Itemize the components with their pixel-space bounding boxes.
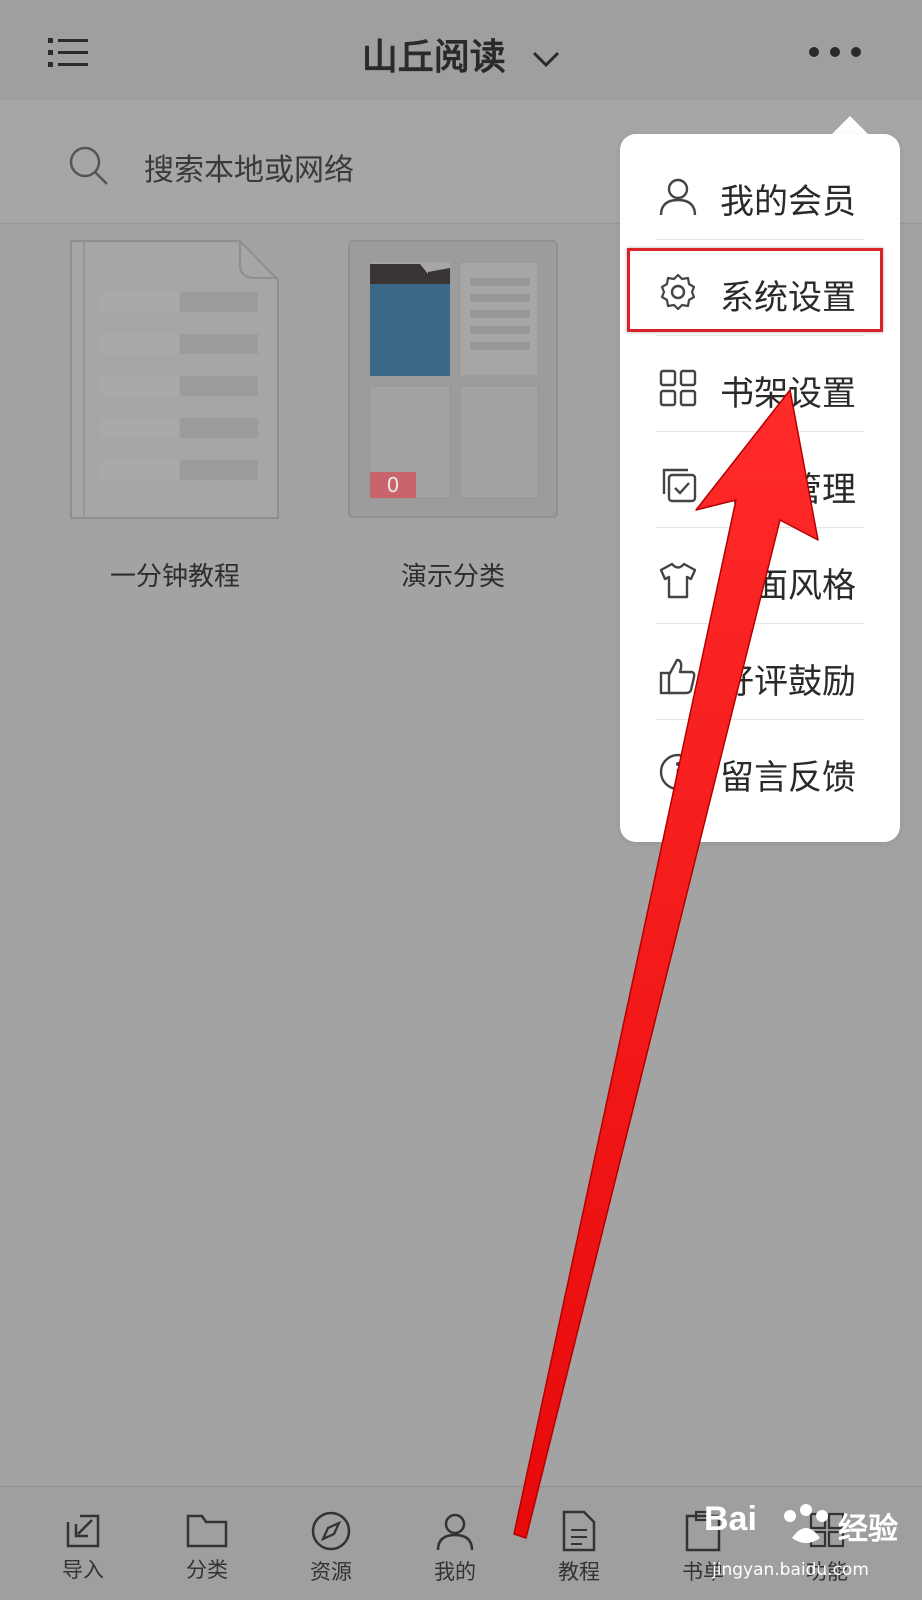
- info-icon: [659, 753, 697, 791]
- document-icon: [562, 1510, 596, 1552]
- grid-icon: [659, 369, 697, 407]
- menu-item-ui-style[interactable]: 界面风格: [620, 530, 900, 628]
- menu-item-label: 书籍管理: [720, 470, 856, 510]
- menu-item-label: 留言反馈: [720, 758, 856, 798]
- chevron-down-icon: [533, 51, 560, 68]
- popup-caret: [830, 116, 870, 136]
- check-copy-icon: [662, 468, 697, 503]
- category-title[interactable]: 演示分类: [348, 556, 558, 593]
- tab-label: 分类: [186, 1558, 228, 1582]
- more-menu-popup: 我的会员 系统设置 书架设置 书籍管理 界面风格 好评鼓励 留言反馈: [620, 134, 900, 842]
- divider: [656, 239, 864, 240]
- thumbs-up-icon: [659, 658, 696, 695]
- tab-category[interactable]: 分类: [162, 1510, 252, 1584]
- book-cover-tutorial[interactable]: [70, 240, 280, 520]
- more-icon[interactable]: [808, 42, 862, 62]
- app-title: 山丘阅读: [361, 37, 506, 78]
- app-title-dropdown[interactable]: 山丘阅读: [0, 28, 922, 80]
- highlight-frame: [627, 248, 883, 332]
- menu-item-label: 界面风格: [720, 566, 856, 606]
- tab-label: 我的: [434, 1560, 476, 1584]
- book-title[interactable]: 一分钟教程: [70, 556, 280, 593]
- menu-item-book-management[interactable]: 书籍管理: [620, 434, 900, 532]
- svg-text:Bai: Bai: [704, 1500, 757, 1538]
- divider: [656, 335, 864, 336]
- search-icon: [69, 146, 108, 185]
- menu-item-label: 我的会员: [720, 182, 856, 222]
- watermark-url: jingyan.baidu.com: [712, 1560, 869, 1580]
- tab-tutorial[interactable]: 教程: [534, 1510, 624, 1586]
- user-icon: [659, 178, 697, 216]
- tab-label: 教程: [558, 1560, 600, 1584]
- divider: [656, 431, 864, 432]
- menu-item-feedback[interactable]: 留言反馈: [620, 722, 900, 820]
- tab-label: 资源: [310, 1560, 352, 1584]
- category-count-badge: 0: [386, 473, 400, 497]
- watermark-brand: 经验: [838, 1512, 898, 1547]
- tab-import[interactable]: 导入: [38, 1510, 128, 1584]
- menu-item-membership[interactable]: 我的会员: [620, 146, 900, 244]
- divider: [656, 623, 864, 624]
- divider: [656, 527, 864, 528]
- search-input[interactable]: 搜索本地或网络: [144, 145, 354, 189]
- divider: [656, 719, 864, 720]
- compass-icon: [311, 1511, 351, 1551]
- menu-item-label: 书架设置: [720, 374, 856, 414]
- folder-icon: [186, 1514, 228, 1548]
- tab-mine[interactable]: 我的: [410, 1510, 500, 1586]
- import-icon: [66, 1514, 100, 1548]
- user-icon: [436, 1513, 474, 1551]
- tab-label: 导入: [62, 1558, 104, 1582]
- tab-resources[interactable]: 资源: [286, 1510, 376, 1586]
- shirt-icon: [659, 562, 697, 599]
- menu-item-label: 好评鼓励: [720, 662, 856, 702]
- menu-item-rate[interactable]: 好评鼓励: [620, 626, 900, 724]
- menu-item-shelf-settings[interactable]: 书架设置: [620, 338, 900, 436]
